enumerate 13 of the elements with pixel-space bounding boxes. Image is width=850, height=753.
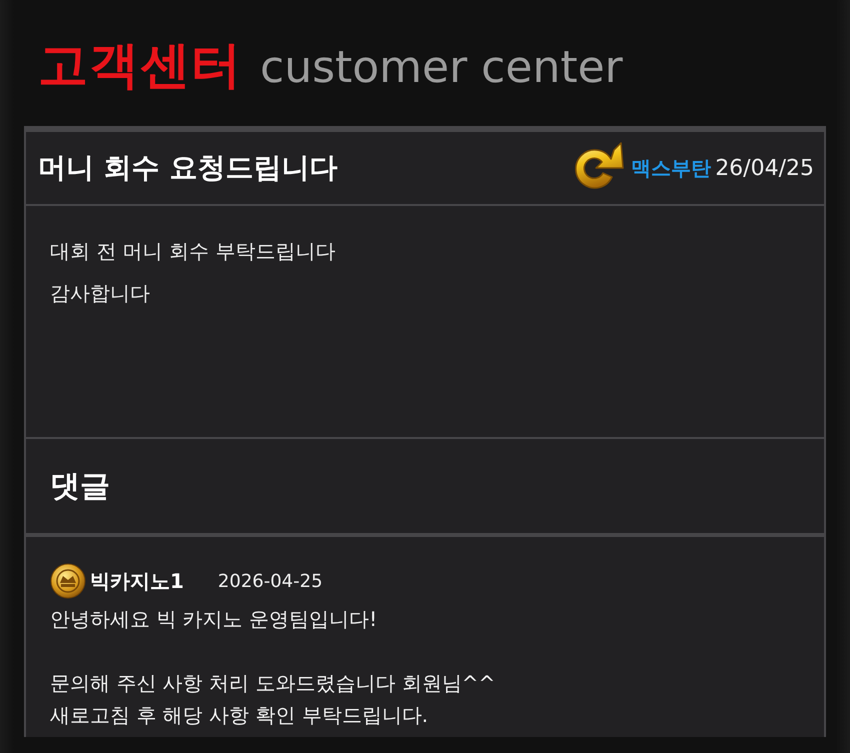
post-date: 26/04/25 <box>715 154 814 182</box>
comment-text: 안녕하세요 빅 카지노 운영팀입니다! <box>50 606 378 633</box>
post-title: 머니 회수 요청드립니다 <box>38 150 338 186</box>
comment-date: 2026-04-25 <box>218 570 323 594</box>
comment-author: 빅카지노1 <box>90 568 184 595</box>
comments-heading: 댓글 <box>50 468 110 506</box>
author-name[interactable]: 맥스부탄 <box>631 153 712 183</box>
page-title: 고객센터 <box>38 40 242 90</box>
medal-icon <box>50 563 86 599</box>
post-body-text: 감사합니다 <box>50 280 151 306</box>
comment-text: 문의해 주신 사항 처리 도와드렸습니다 회원님^^ 새로고침 후 해당 사항 확인 부탁드립니다. <box>50 670 496 729</box>
post-body-text: 대회 전 머니 회수 부탁드립니다 <box>50 238 336 264</box>
page-subtitle: customer center <box>260 46 623 90</box>
